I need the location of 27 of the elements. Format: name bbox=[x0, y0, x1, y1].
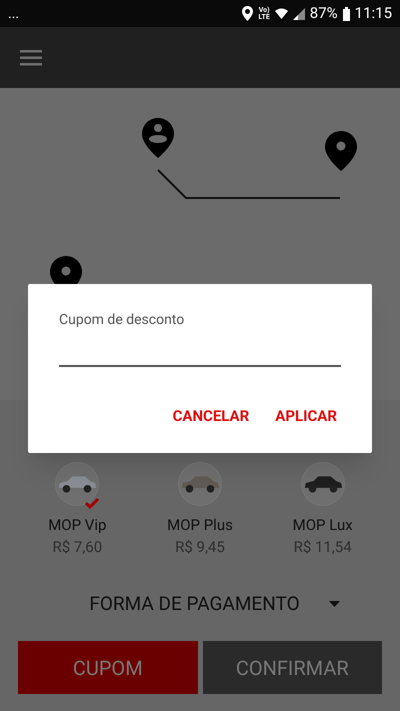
car-name: MOP Vip bbox=[48, 516, 106, 535]
menu-icon[interactable] bbox=[20, 50, 42, 66]
battery-icon bbox=[342, 6, 350, 20]
car-name: MOP Plus bbox=[167, 516, 233, 535]
check-icon bbox=[84, 497, 100, 509]
location-icon bbox=[242, 6, 254, 21]
cancel-button[interactable]: CANCELAR bbox=[172, 405, 250, 428]
coupon-button[interactable]: CUPOM bbox=[18, 641, 198, 694]
clock: 11:15 bbox=[354, 3, 392, 24]
person-pin-icon bbox=[142, 118, 174, 158]
car-option[interactable] bbox=[55, 462, 100, 506]
dropdown-caret-icon bbox=[329, 600, 340, 607]
notification-dots: ... bbox=[8, 6, 20, 20]
signal-icon bbox=[292, 8, 305, 20]
car-name: MOP Lux bbox=[292, 516, 353, 535]
wifi-icon bbox=[274, 8, 288, 20]
car-price: R$ 11,54 bbox=[294, 538, 352, 556]
map-pin-icon bbox=[325, 131, 357, 171]
payment-dropdown[interactable]: FORMA DE PAGAMENTO bbox=[60, 590, 340, 618]
field-label: Cupom de desconto bbox=[59, 311, 186, 330]
car-option[interactable] bbox=[300, 462, 345, 506]
apply-button[interactable]: APLICAR bbox=[275, 405, 337, 428]
confirm-button[interactable]: CONFIRMAR bbox=[202, 641, 382, 694]
car-option[interactable] bbox=[178, 462, 222, 506]
car-price: R$ 7,60 bbox=[52, 538, 102, 556]
car-price: R$ 9,45 bbox=[175, 538, 225, 556]
battery-percent: 87% bbox=[310, 3, 338, 24]
